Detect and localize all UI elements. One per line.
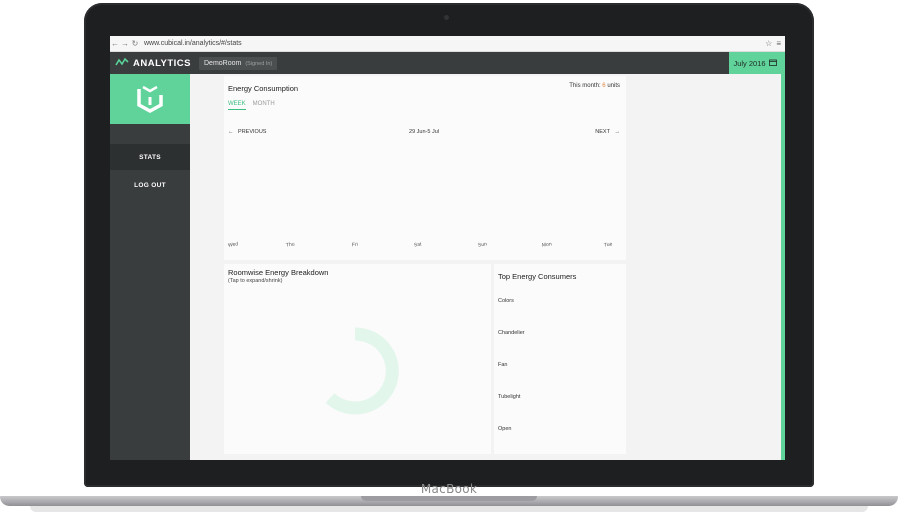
energy-consumption-card: Energy Consumption This month: 6 units W… [224,76,626,260]
day-label: Tue [603,241,613,249]
list-item[interactable]: Open [498,426,511,432]
loading-donut [310,326,400,421]
room-name: DemoRoom [204,59,242,67]
day-label: Thu [285,241,296,249]
star-icon[interactable]: ☆ [765,39,772,48]
day-label: Sun [477,241,488,249]
arrow-right-icon[interactable]: → [120,39,130,48]
card-title: Roomwise Energy Breakdown [228,268,329,277]
screen: ← → ↻ www.cubical.in/analytics/#/stats ☆… [110,36,785,460]
app-title: ANALYTICS [133,57,191,69]
room-status: (Signed In) [245,60,273,67]
camera-icon [444,15,449,20]
top-consumers-card: Top Energy Consumers Colors Chandelier F… [494,264,626,454]
device-label: MacBook [420,482,478,496]
calendar-icon [768,59,777,68]
this-month-unit: units [607,83,620,89]
sidebar-item-logout[interactable]: LOG OUT [110,172,190,198]
this-month-label: This month: [569,83,601,89]
day-label: Sat [413,241,422,249]
list-item[interactable]: Colors [498,298,514,304]
sidebar-item-stats[interactable]: STATS [110,144,190,170]
menu-icon[interactable]: ≡ [776,39,781,48]
card-title: Energy Consumption [228,84,299,93]
cubical-logo-icon [110,74,190,124]
list-item[interactable]: Fan [498,362,507,368]
analytics-logo-icon [115,57,129,70]
accent-edge [781,52,785,460]
url-bar[interactable]: www.cubical.in/analytics/#/stats [144,40,242,47]
this-month-summary: This month: 6 units [569,83,620,89]
sidebar: STATS LOG OUT [110,74,190,460]
reload-icon[interactable]: ↻ [130,39,140,48]
day-label: Wed [227,241,239,249]
arrow-left-icon[interactable]: ← [110,39,120,48]
period-navigation: ← PREVIOUS 29 Jun-5 Jul NEXT → [228,129,620,135]
list-item[interactable]: Chandelier [498,330,525,336]
tab-month[interactable]: MONTH [253,101,275,110]
day-label: Mon [541,241,553,249]
day-axis: Wed Thu Fri Sat Sun Mon Tue [226,241,620,254]
laptop-shadow [30,506,868,512]
period-tabs: WEEK MONTH [228,101,275,110]
this-month-value: 6 [602,83,606,89]
card-subtitle: (Tap to expand/shrink) [228,278,283,284]
tab-week[interactable]: WEEK [228,101,246,110]
app-header: ANALYTICS DemoRoom (Signed In) July 2016 [110,52,785,74]
main-content: Energy Consumption This month: 6 units W… [190,74,781,460]
browser-toolbar: ← → ↻ www.cubical.in/analytics/#/stats ☆… [110,36,785,52]
room-selector[interactable]: DemoRoom (Signed In) [199,56,278,70]
card-title: Top Energy Consumers [498,272,577,281]
list-item[interactable]: Tubelight [498,394,520,400]
date-picker[interactable]: July 2016 [729,52,781,74]
roomwise-breakdown-card[interactable]: Roomwise Energy Breakdown (Tap to expand… [224,264,491,454]
date-label: July 2016 [733,58,766,68]
date-range: 29 Jun-5 Jul [409,129,439,135]
laptop-notch [361,496,537,501]
day-label: Fri [351,241,359,249]
